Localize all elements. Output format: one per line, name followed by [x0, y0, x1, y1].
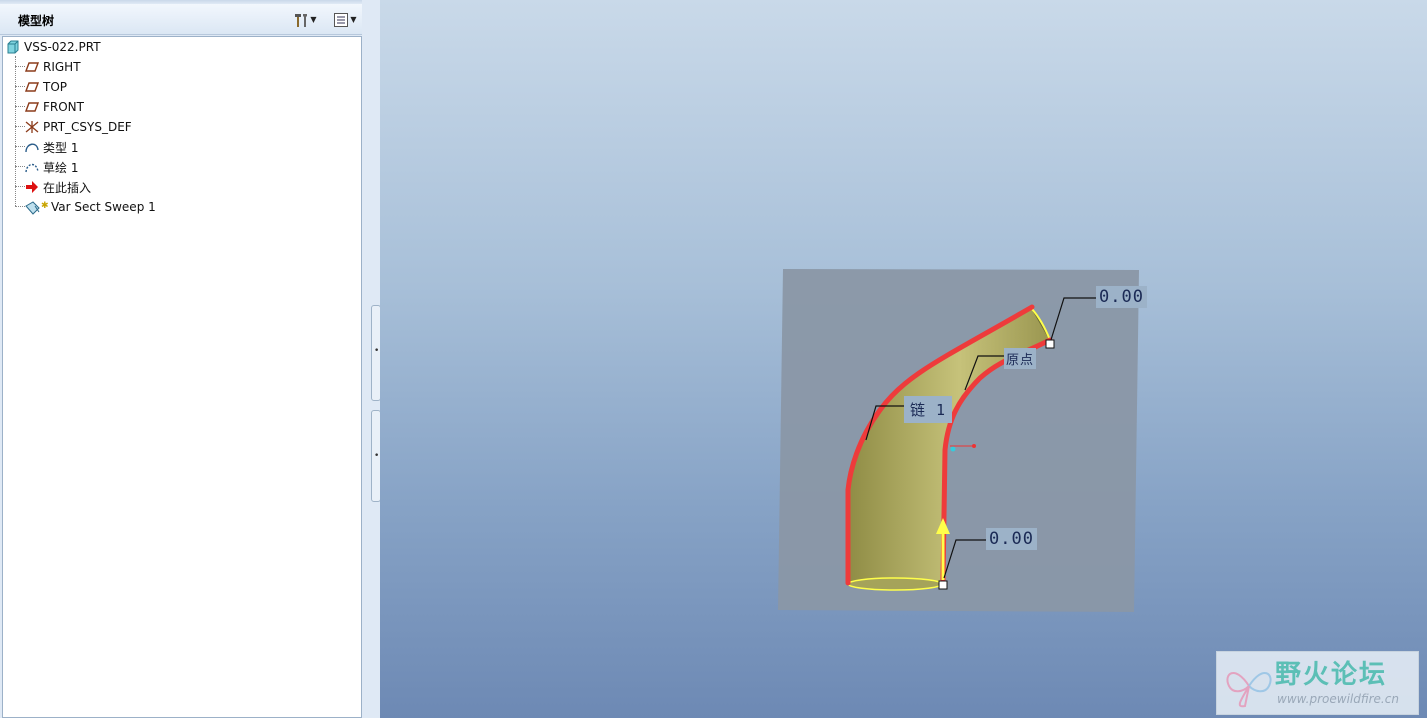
drag-handle-bottom[interactable] [938, 580, 948, 590]
tree-connector [15, 86, 25, 87]
tree-item-insert-here[interactable]: 在此插入 [25, 178, 91, 196]
model-canvas [778, 269, 1139, 612]
tree-item-label: PRT_CSYS_DEF [43, 120, 132, 134]
watermark-url: www.proewildfire.cn [1277, 692, 1399, 706]
insert-arrow-icon [25, 180, 39, 194]
tree-connector [15, 126, 25, 127]
panel-sash[interactable]: • • [362, 0, 381, 718]
tree-item-label: Var Sect Sweep 1 [51, 200, 156, 214]
datum-plane [778, 269, 1139, 612]
tree-item-sketch[interactable]: 草绘 1 [25, 158, 78, 176]
tree-connector [15, 186, 25, 187]
hammer-wrench-icon [293, 12, 308, 27]
tree-settings-button[interactable]: ▼ [290, 10, 320, 28]
origin-label[interactable]: 原点 [1004, 348, 1037, 369]
model-tree: VSS-022.PRT RIGHT TOP FRONT PRT_CSYS_DEF… [2, 36, 362, 718]
tree-item-root[interactable]: VSS-022.PRT [6, 38, 101, 56]
curve-icon [25, 140, 39, 154]
svg-text:✱: ✱ [41, 201, 49, 211]
tree-item-right[interactable]: RIGHT [24, 58, 81, 76]
butterfly-logo-icon [1226, 672, 1272, 708]
tree-item-label: 在此插入 [43, 180, 92, 195]
datum-plane-icon [24, 60, 40, 74]
tree-item-csys[interactable]: PRT_CSYS_DEF [25, 118, 132, 136]
tree-item-label: RIGHT [43, 60, 81, 74]
tree-connector [15, 206, 25, 207]
tree-connector [15, 56, 16, 206]
sketch-icon [25, 160, 39, 174]
tree-connector [15, 166, 25, 167]
tree-connector [15, 146, 25, 147]
tree-item-var-sect-sweep[interactable]: ✱ Var Sect Sweep 1 [25, 198, 156, 216]
list-settings-icon [333, 12, 349, 27]
dimension-bottom[interactable]: 0.00 [986, 528, 1037, 550]
tree-item-top[interactable]: TOP [24, 78, 68, 96]
model-tree-panel: 模型树 ▼ ▼ VSS-022.PRT RIGHT TOP FRONT PRT_… [0, 0, 372, 718]
tree-item-label: 草绘 1 [43, 160, 79, 175]
graphics-viewport[interactable]: 0.00 原点 链 1 0.00 野火论坛 www.proewildfire.c… [380, 0, 1427, 718]
chevron-down-icon: ▼ [310, 14, 317, 24]
tree-connector [15, 66, 25, 67]
tree-show-button[interactable]: ▼ [330, 10, 360, 28]
datum-plane-icon [24, 80, 40, 94]
watermark-title: 野火论坛 [1275, 660, 1388, 690]
sweep-start-cap [847, 577, 943, 591]
chain-label[interactable]: 链 1 [904, 396, 953, 423]
tree-connector [15, 106, 25, 107]
csys-icon [25, 120, 39, 134]
var-sect-sweep-icon: ✱ [25, 200, 51, 215]
model-tree-header: 模型树 ▼ ▼ [0, 4, 370, 35]
chevron-down-icon: ▼ [350, 14, 357, 24]
tree-item-label: TOP [43, 80, 68, 94]
tree-item-curve[interactable]: 类型 1 [25, 138, 78, 156]
datum-plane-icon [24, 100, 40, 114]
panel-title: 模型树 [18, 14, 55, 28]
part-icon [6, 40, 20, 54]
tree-item-label: VSS-022.PRT [24, 40, 101, 54]
tree-item-front[interactable]: FRONT [24, 98, 84, 116]
tree-item-label: 类型 1 [43, 140, 79, 155]
drag-handle-top[interactable] [1045, 339, 1055, 349]
tree-item-label: FRONT [43, 100, 84, 114]
dimension-top[interactable]: 0.00 [1096, 286, 1147, 308]
forum-watermark: 野火论坛 www.proewildfire.cn [1216, 651, 1419, 715]
